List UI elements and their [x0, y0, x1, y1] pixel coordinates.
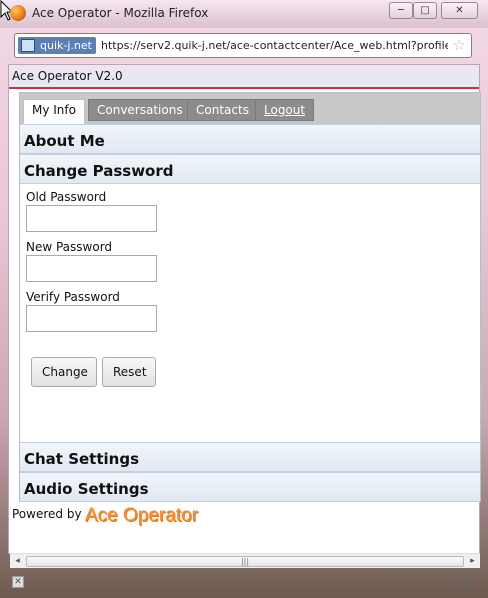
tab-conversations[interactable]: Conversations	[88, 99, 192, 121]
tab-contacts[interactable]: Contacts	[187, 99, 258, 121]
horizontal-scrollbar[interactable]: ◂ ||| ▸	[10, 553, 480, 568]
verify-password-field[interactable]	[26, 305, 157, 332]
section-change-password[interactable]: Change Password	[20, 154, 480, 184]
change-password-panel: Old Password New Password Verify Passwor…	[20, 184, 480, 442]
section-about-me[interactable]: About Me	[20, 124, 480, 154]
tab-bar: My Info Conversations Contacts Logout	[20, 93, 480, 124]
minimize-button[interactable]: ─	[389, 2, 413, 19]
resize-grip-icon[interactable]: ◢	[460, 576, 472, 588]
scroll-left-button[interactable]: ◂	[10, 554, 25, 569]
change-button[interactable]: Change	[31, 357, 97, 387]
section-chat-settings[interactable]: Chat Settings	[20, 442, 480, 472]
site-identity-badge[interactable]: quik-j.net	[18, 37, 96, 54]
new-password-field[interactable]	[26, 255, 157, 282]
page-content: Ace Operator V2.0 My Info Conversations …	[8, 64, 481, 568]
tab-my-info[interactable]: My Info	[23, 99, 85, 124]
powered-by-text: Powered by	[12, 507, 82, 521]
reset-button[interactable]: Reset	[102, 357, 156, 387]
maximize-button[interactable]: □	[413, 2, 437, 19]
window-title: Ace Operator - Mozilla Firefox	[32, 6, 209, 20]
tabs-panel: My Info Conversations Contacts Logout Ab…	[19, 92, 481, 502]
scroll-thumb[interactable]: |||	[26, 556, 464, 567]
old-password-label: Old Password	[26, 190, 107, 204]
scroll-right-button[interactable]: ▸	[465, 554, 480, 569]
close-status-icon[interactable]: ✕	[12, 576, 24, 588]
app-title: Ace Operator V2.0	[9, 65, 479, 89]
tab-logout[interactable]: Logout	[255, 99, 315, 121]
window-titlebar: Ace Operator - Mozilla Firefox ─ □ ✕	[0, 0, 488, 28]
address-bar[interactable]: quik-j.net https://serv2.quik-j.net/ace-…	[14, 33, 472, 58]
old-password-field[interactable]	[26, 205, 157, 232]
site-identity-label: quik-j.net	[40, 39, 92, 52]
section-audio-settings[interactable]: Audio Settings	[20, 472, 480, 502]
new-password-label: New Password	[26, 240, 113, 254]
url-text[interactable]: https://serv2.quik-j.net/ace-contactcent…	[101, 39, 448, 52]
status-bar: ✕ ◢	[0, 570, 488, 598]
firefox-icon	[10, 5, 26, 21]
close-window-button[interactable]: ✕	[441, 2, 478, 19]
site-identity-icon	[21, 39, 35, 52]
bookmark-star-icon[interactable]: ☆	[453, 37, 466, 54]
ace-operator-logo: Ace Operator	[85, 505, 198, 526]
verify-password-label: Verify Password	[26, 290, 120, 304]
